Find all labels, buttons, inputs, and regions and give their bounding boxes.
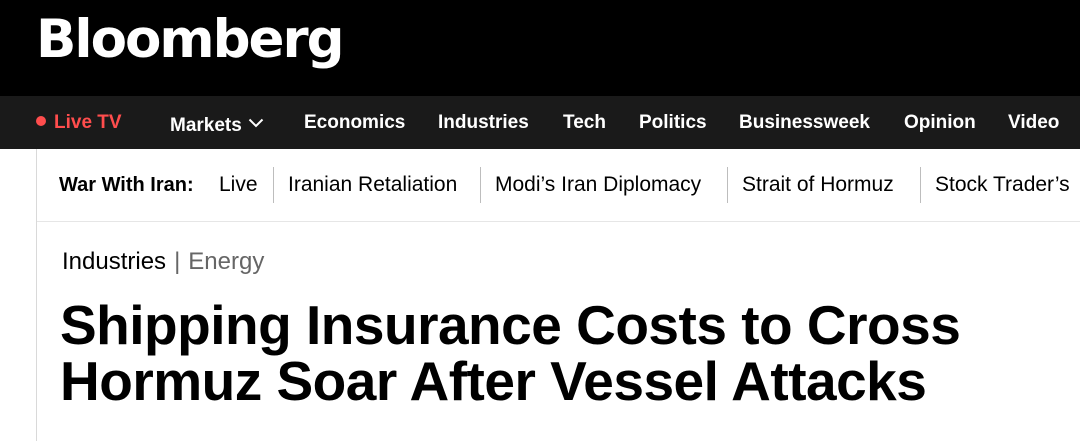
nav-item-industries[interactable]: Industries: [438, 96, 529, 149]
nav-item-markets[interactable]: Markets: [170, 96, 264, 149]
nav-item-politics[interactable]: Politics: [639, 96, 707, 149]
breadcrumb-category[interactable]: Industries: [62, 248, 166, 275]
nav-item-economics[interactable]: Economics: [304, 96, 405, 149]
nav-item-markets-label: Markets: [170, 115, 242, 136]
topic-divider: [727, 167, 728, 203]
nav-live-tv[interactable]: Live TV: [36, 96, 122, 149]
topic-divider: [920, 167, 921, 203]
topic-bar: War With Iran: Live Iranian Retaliation …: [37, 149, 1080, 222]
main-nav: Live TV Markets Economics Industries Tec…: [0, 96, 1080, 149]
breadcrumb: Industries | Energy: [62, 246, 264, 278]
topic-bar-label: War With Iran:: [59, 174, 194, 196]
topic-link-stock-traders[interactable]: Stock Trader’s: [935, 149, 1070, 221]
chevron-down-icon: [248, 96, 264, 149]
topic-link-strait-of-hormuz[interactable]: Strait of Hormuz: [742, 149, 894, 221]
nav-item-tech[interactable]: Tech: [563, 96, 606, 149]
nav-item-video[interactable]: Video: [1008, 96, 1059, 149]
site-header: Bloomberg: [0, 0, 1080, 96]
topic-link-live[interactable]: Live: [219, 149, 258, 221]
live-dot-icon: [36, 116, 46, 126]
nav-live-tv-label: Live TV: [54, 112, 122, 133]
breadcrumb-subcategory[interactable]: Energy: [188, 248, 264, 275]
nav-item-opinion[interactable]: Opinion: [904, 96, 976, 149]
nav-item-businessweek[interactable]: Businessweek: [739, 96, 870, 149]
topic-link-iranian-retaliation[interactable]: Iranian Retaliation: [288, 149, 457, 221]
topic-divider: [480, 167, 481, 203]
breadcrumb-separator: |: [174, 248, 181, 275]
bloomberg-logo[interactable]: Bloomberg: [36, 8, 345, 72]
topic-link-modis-iran-diplomacy[interactable]: Modi’s Iran Diplomacy: [495, 149, 701, 221]
article-headline: Shipping Insurance Costs to Cross Hormuz…: [60, 294, 961, 412]
topic-divider: [273, 167, 274, 203]
